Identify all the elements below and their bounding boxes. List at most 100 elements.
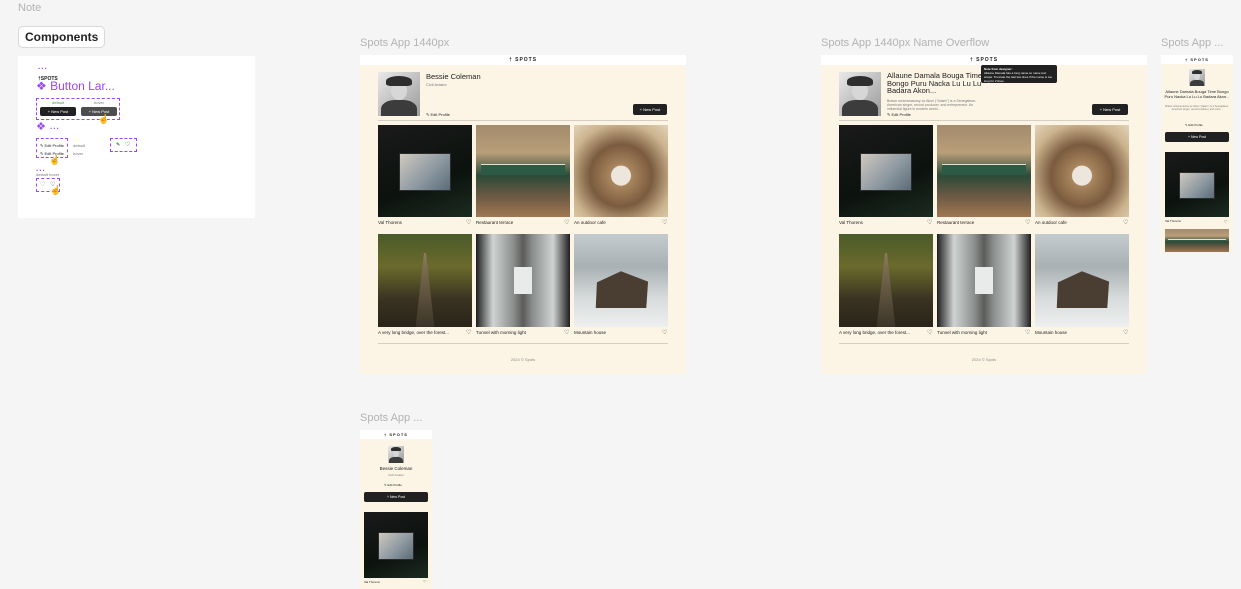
profile-avatar <box>839 72 881 116</box>
card-image-bridge[interactable] <box>839 234 933 327</box>
tooltip-body: Allaune Damala has a long name so name t… <box>984 71 1053 83</box>
edit-profile-link[interactable]: ✎ Edit Profile <box>1185 123 1203 127</box>
heart-icon[interactable]: ♡ <box>662 220 667 226</box>
edit-profile-default[interactable]: ✎ Edit Profile <box>40 143 64 148</box>
desktop-frame[interactable]: † SPOTS Bessie Coleman Civil Aviator ✎ E… <box>360 55 686 374</box>
card-title: A very long bridge, over the forest... <box>839 330 911 335</box>
footer-divider <box>839 343 1129 344</box>
profile-avatar <box>388 446 404 463</box>
header-logo: † SPOTS <box>821 55 1147 65</box>
header-logo: † SPOTS <box>360 55 686 65</box>
new-post-button[interactable]: + New Post <box>364 492 428 502</box>
heart-icon[interactable]: ♡ <box>1224 219 1228 225</box>
frame-label-mobile-right[interactable]: Spots App ... <box>1161 37 1223 49</box>
card-title: Mountain house <box>1035 330 1068 335</box>
heart-icon[interactable]: ♡ <box>1123 220 1128 226</box>
profile-name: Bessie Coleman <box>426 72 481 81</box>
card-image-restaurant[interactable] <box>476 125 570 217</box>
heart-icon[interactable]: ♡ <box>927 220 932 226</box>
card-title: An outdoor cafe <box>574 220 606 225</box>
heart-icon[interactable]: ♡ <box>423 579 427 585</box>
card-image-restaurant[interactable] <box>1165 229 1229 252</box>
new-post-button[interactable]: + New Post <box>633 104 667 115</box>
profile-job: Civil Aviator <box>426 82 447 87</box>
card-image-bridge[interactable] <box>378 234 472 327</box>
heart-icon[interactable]: ♡ <box>466 330 471 336</box>
heart-icon[interactable]: ♡ <box>1025 330 1030 336</box>
like-heart-default-icon[interactable]: ♡ <box>40 181 45 188</box>
card-image-tunnel[interactable] <box>476 234 570 327</box>
frame-label-desktop[interactable]: Spots App 1440px <box>360 37 449 49</box>
note-label: Note <box>18 2 42 14</box>
card-image-mountain[interactable] <box>1035 234 1129 327</box>
card-title: Mountain house <box>574 330 607 335</box>
heart-icon[interactable]: ♡ <box>466 220 471 226</box>
card-image-valthorens[interactable] <box>378 125 472 217</box>
component-diamond-icon-2: ❖ <box>36 121 46 133</box>
mobile-overflow-frame[interactable]: † SPOTS Allaune Damala Bouga Time Bongo … <box>1161 55 1233 252</box>
card-image-valthorens[interactable] <box>839 125 933 217</box>
card-image-tunnel[interactable] <box>937 234 1031 327</box>
like-states-label: default hover <box>36 172 60 177</box>
button-large-label: Button Lar... <box>50 79 115 93</box>
edit-hover-label: hover <box>73 151 84 156</box>
card-title: Val Thorens <box>839 220 863 225</box>
mobile-frame[interactable]: † SPOTS Bessie Coleman Civil Aviator ✎ E… <box>360 430 432 589</box>
card-image-valthorens[interactable] <box>1165 152 1229 217</box>
profile-name: Allaune Damala Bouga Time Bongo Puru Nac… <box>1164 89 1230 99</box>
heart-icon[interactable]: ♡ <box>564 220 569 226</box>
card-title: Tunnel with morning light <box>476 330 526 335</box>
profile-divider <box>378 120 668 121</box>
icon-variants-box <box>110 138 137 152</box>
card-image-restaurant[interactable] <box>937 125 1031 217</box>
profile-avatar <box>378 72 420 116</box>
card-title: Val Thorens <box>364 580 380 584</box>
header-logo: † SPOTS <box>360 430 432 439</box>
component-dots-2: ... <box>50 122 60 131</box>
heart-icon[interactable]: ♡ <box>564 330 569 336</box>
pencil-icon: ✎ <box>116 142 121 148</box>
heart-icon[interactable]: ♡ <box>927 330 932 336</box>
card-title: An outdoor cafe <box>1035 220 1067 225</box>
button-large-component[interactable]: ❖ Button Lar... <box>36 79 115 93</box>
frame-label-overflow[interactable]: Spots App 1440px Name Overflow <box>821 37 989 49</box>
heart-icon[interactable]: ♡ <box>1025 220 1030 226</box>
designer-note-tooltip: Note from designer: Allaune Damala has a… <box>981 65 1057 83</box>
card-title: Restaurant terrace <box>937 220 975 225</box>
card-title: Val Thorens <box>1165 219 1181 223</box>
profile-name: Allaune Damala Bouga Time Bongo Puru Nac… <box>887 71 983 95</box>
heart-icon[interactable]: ♡ <box>662 330 667 336</box>
hand-cursor-icon-2: ☝ <box>49 155 61 165</box>
profile-avatar <box>1189 69 1205 86</box>
card-image-valthorens[interactable] <box>364 512 428 578</box>
hand-cursor-icon-3: ☝ <box>50 185 62 195</box>
header-logo: † SPOTS <box>1161 55 1233 64</box>
card-title: Tunnel with morning light <box>937 330 987 335</box>
profile-divider <box>839 120 1129 121</box>
profile-job: Brawn motorsmacosy ac Akon ("Adam") is a… <box>1165 105 1229 111</box>
footer-divider <box>378 343 668 344</box>
component-diamond-icon: ❖ <box>36 79 47 93</box>
card-image-cafe[interactable] <box>574 125 668 217</box>
new-post-button[interactable]: + New Post <box>1165 132 1229 142</box>
edit-profile-link[interactable]: ✎ Edit Profile <box>384 483 402 487</box>
footer-copyright: 2024 © Spots <box>971 357 997 362</box>
frame-label-mobile-bottom[interactable]: Spots App ... <box>360 412 422 424</box>
components-badge[interactable]: Components <box>18 26 106 48</box>
footer-copyright: 2024 © Spots <box>510 357 536 362</box>
card-title: A very long bridge, over the forest... <box>378 330 450 335</box>
edit-profile-link[interactable]: ✎ Edit Profile <box>426 112 450 117</box>
edit-default-label: default <box>73 143 86 148</box>
new-post-button-default[interactable]: + New Post <box>40 107 76 116</box>
component-dots: ... <box>38 62 48 71</box>
card-image-cafe[interactable] <box>1035 125 1129 217</box>
heart-outline-icon: ♡ <box>125 142 131 148</box>
overflow-frame[interactable]: † SPOTS Allaune Damala Bouga Time Bongo … <box>821 55 1147 374</box>
card-image-mountain[interactable] <box>574 234 668 327</box>
edit-profile-link[interactable]: ✎ Edit Profile <box>887 112 911 117</box>
components-frame[interactable]: ... †SPOTS ❖ Button Lar... default hover… <box>18 56 255 218</box>
new-post-button[interactable]: + New Post <box>1092 104 1128 115</box>
profile-name: Bessie Coleman <box>379 466 413 471</box>
profile-job: Civil Aviator <box>388 473 404 477</box>
heart-icon[interactable]: ♡ <box>1123 330 1128 336</box>
